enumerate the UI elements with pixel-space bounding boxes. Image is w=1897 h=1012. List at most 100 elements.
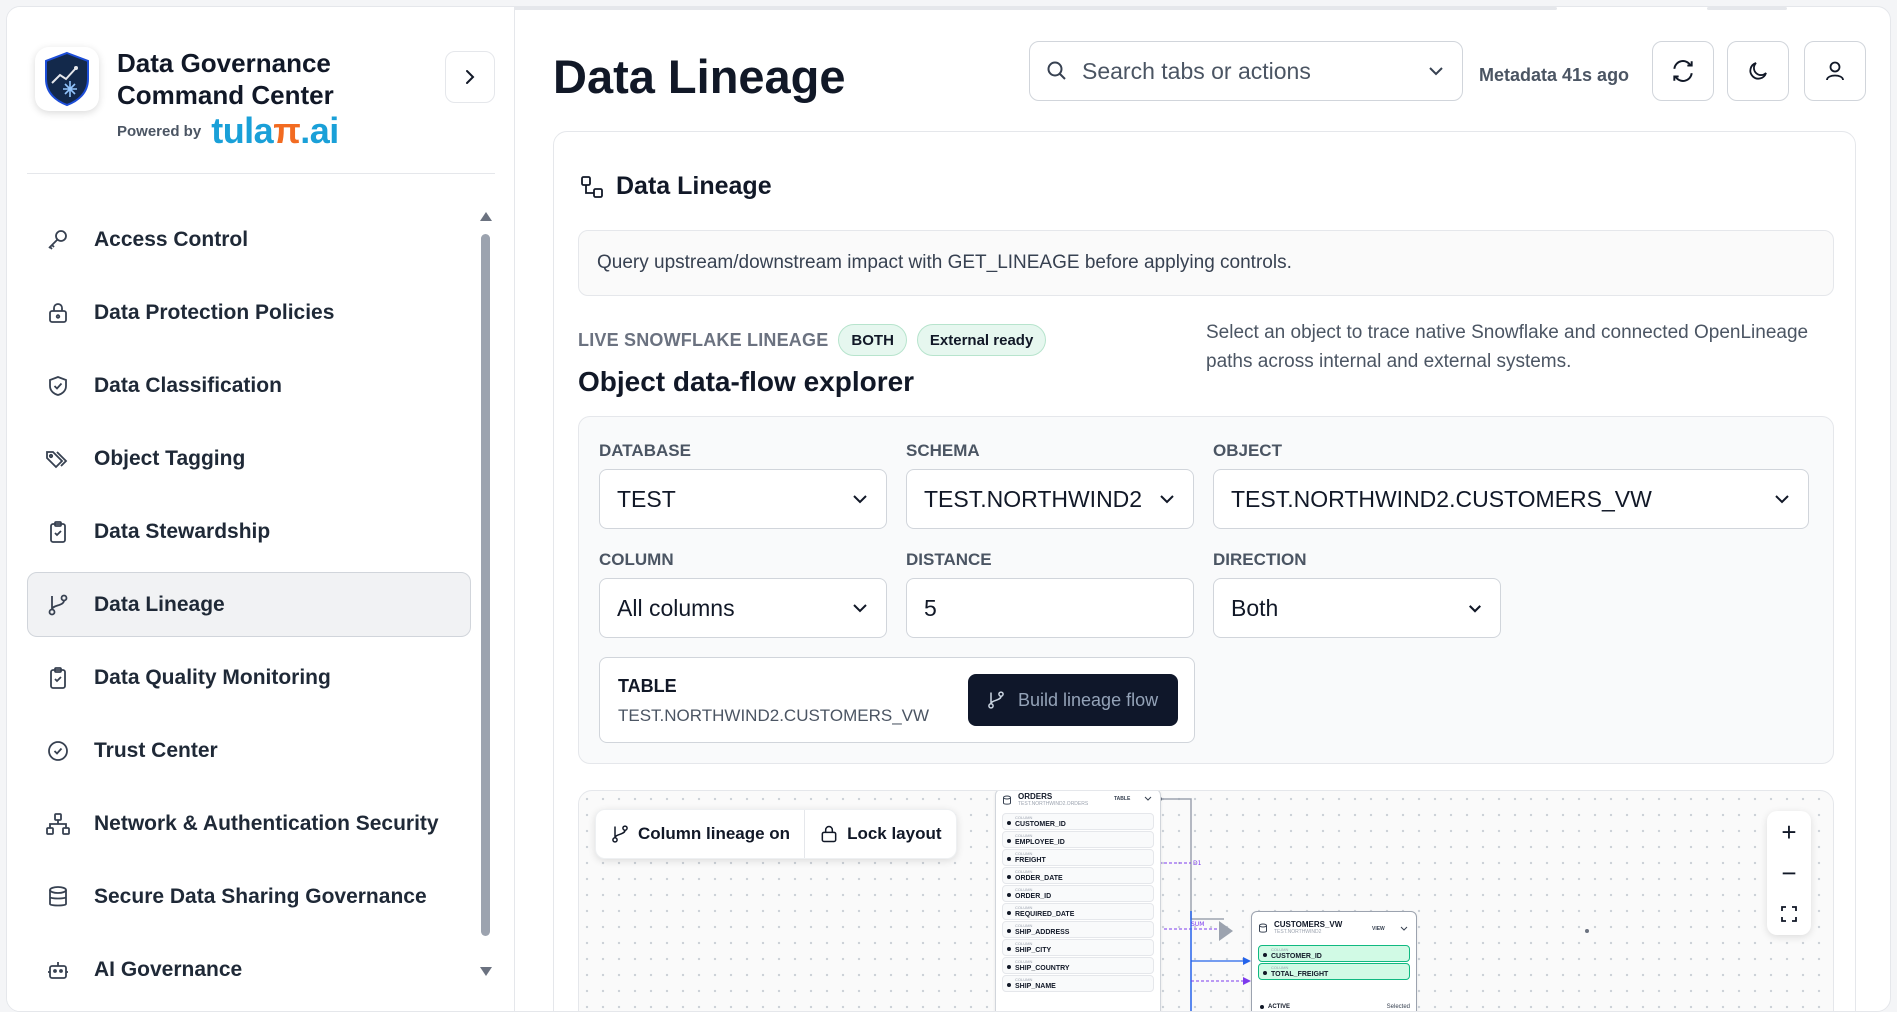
chevron-down-icon xyxy=(1429,67,1443,76)
lineage-card: Data Lineage Query upstream/downstream i… xyxy=(553,131,1856,1011)
column-row[interactable]: COLUMN TOTAL_FREIGHT xyxy=(1258,963,1410,980)
zoom-in-button[interactable]: + xyxy=(1774,817,1804,847)
user-profile-button[interactable] xyxy=(1804,41,1866,101)
column-row[interactable]: COLUMN SHIP_NAME xyxy=(1002,975,1154,992)
sidebar-item-data-quality-monitoring[interactable]: Data Quality Monitoring xyxy=(27,645,471,710)
sidebar-item-label: Secure Data Sharing Governance xyxy=(94,884,427,908)
object-select[interactable]: TEST.NORTHWIND2.CUSTOMERS_VW xyxy=(1213,469,1809,529)
distance-input[interactable]: 5 xyxy=(906,578,1194,638)
page-title: Data Lineage xyxy=(553,50,846,103)
sidebar-item-secure-data-sharing-governance[interactable]: Secure Data Sharing Governance xyxy=(27,864,471,929)
clipboard-check-icon xyxy=(44,518,72,546)
brand: Data Governance Command Center Powered b… xyxy=(35,47,339,149)
sidebar-item-access-control[interactable]: Access Control xyxy=(27,207,471,272)
direction-select[interactable]: Both xyxy=(1213,578,1501,638)
sidebar-item-label: Data Lineage xyxy=(94,592,225,616)
metadata-status: Metadata 41s ago xyxy=(1479,65,1630,85)
tags-icon xyxy=(44,445,72,473)
column-row[interactable]: COLUMN CUSTOMER_ID xyxy=(1002,813,1154,830)
theme-toggle-button[interactable] xyxy=(1727,41,1789,101)
sidebar-item-label: Access Control xyxy=(94,227,249,251)
table-icon xyxy=(1003,795,1011,805)
explorer-title: Object data-flow explorer xyxy=(578,366,915,397)
search-placeholder: Search tabs or actions xyxy=(1082,57,1311,84)
lock-layout-button[interactable]: Lock layout xyxy=(804,810,955,858)
fullscreen-icon xyxy=(1781,906,1797,923)
column-label: COLUMN xyxy=(599,550,674,569)
bot-icon xyxy=(44,956,72,984)
column-row[interactable]: COLUMN CUSTOMER_ID xyxy=(1258,945,1410,962)
check-circle-icon xyxy=(44,737,72,765)
sidebar-item-label: Data Quality Monitoring xyxy=(94,665,331,689)
node-type-badge: VIEW xyxy=(1372,926,1385,932)
node-type-badge: TABLE xyxy=(1114,796,1131,802)
column-lineage-toggle[interactable]: Column lineage on xyxy=(596,810,804,858)
info-banner: Query upstream/downstream impact with GE… xyxy=(578,230,1834,296)
chevron-down-icon xyxy=(853,604,867,613)
sidebar-nav: Access Control Data Protection Policies … xyxy=(27,207,471,1010)
lineage-graph-canvas[interactable]: D1 SUM Column lineage on Lock layout ORD… xyxy=(578,790,1834,1011)
explorer-description: Select an object to trace native Snowfla… xyxy=(1206,322,1809,372)
sidebar-item-object-tagging[interactable]: Object Tagging xyxy=(27,426,471,491)
card-title: Data Lineage xyxy=(616,172,772,200)
column-row[interactable]: COLUMN ORDER_DATE xyxy=(1002,867,1154,884)
refresh-button[interactable] xyxy=(1652,41,1714,101)
chevron-right-icon xyxy=(466,70,475,84)
scroll-up-arrow[interactable] xyxy=(480,212,492,221)
sidebar-item-label: Network & Authentication Security xyxy=(94,811,439,835)
lineage-node-customers-vw[interactable]: CUSTOMERS_VW TEST.NORTHWIND2 VIEW COLUMN… xyxy=(1251,911,1417,1011)
scroll-thumb[interactable] xyxy=(481,234,490,936)
sidebar-item-network-authentication-security[interactable]: Network & Authentication Security xyxy=(27,791,471,856)
sidebar-item-ai-governance[interactable]: AI Governance xyxy=(27,937,471,1002)
git-branch-icon xyxy=(988,691,1004,709)
column-row[interactable]: COLUMN SHIP_ADDRESS xyxy=(1002,921,1154,938)
build-lineage-flow-label: Build lineage flow xyxy=(1018,689,1159,710)
zoom-out-button[interactable]: − xyxy=(1774,858,1804,888)
column-row[interactable]: COLUMN ORDER_ID xyxy=(1002,885,1154,902)
distance-label: DISTANCE xyxy=(906,550,992,569)
search-input[interactable]: Search tabs or actions xyxy=(1029,41,1463,101)
fit-view-button[interactable] xyxy=(1774,899,1804,929)
sidebar-item-trust-center[interactable]: Trust Center xyxy=(27,718,471,783)
column-row[interactable]: COLUMN REQUIRED_DATE xyxy=(1002,903,1154,920)
vendor-logo: tulaπ.ai xyxy=(211,110,339,151)
sidebar-item-data-lineage[interactable]: Data Lineage xyxy=(27,572,471,637)
selected-object-name: TEST.NORTHWIND2.CUSTOMERS_VW xyxy=(618,706,930,725)
search-icon xyxy=(1047,61,1066,80)
powered-by-label: Powered by xyxy=(117,122,202,140)
schema-select[interactable]: TEST.NORTHWIND2 xyxy=(906,469,1194,529)
node-selected-badge: Selected xyxy=(1386,1004,1410,1010)
edge-label-d1: D1 xyxy=(1193,860,1202,867)
selected-object-summary: TABLE TEST.NORTHWIND2.CUSTOMERS_VW Build… xyxy=(599,657,1195,743)
scroll-down-arrow[interactable] xyxy=(480,967,492,976)
direction-label: DIRECTION xyxy=(1213,550,1307,569)
edge-label-sum: SUM xyxy=(1191,921,1204,928)
database-icon xyxy=(44,883,72,911)
collapse-sidebar-button[interactable] xyxy=(445,51,495,103)
sidebar-item-data-classification[interactable]: Data Classification xyxy=(27,353,471,418)
column-row[interactable]: COLUMN SHIP_CITY xyxy=(1002,939,1154,956)
object-label: OBJECT xyxy=(1213,441,1282,460)
moon-icon xyxy=(1749,62,1767,80)
sidebar-scrollbar[interactable] xyxy=(479,212,493,982)
column-row[interactable]: COLUMN SHIP_COUNTRY xyxy=(1002,957,1154,974)
build-lineage-flow-button[interactable]: Build lineage flow xyxy=(968,674,1178,726)
sidebar-item-label: Data Classification xyxy=(94,373,282,397)
column-select[interactable]: All columns xyxy=(599,578,887,638)
git-branch-icon xyxy=(44,591,72,619)
database-label: DATABASE xyxy=(599,441,691,460)
shield-check-icon xyxy=(44,372,72,400)
node-schema: TEST.NORTHWIND2 xyxy=(1274,929,1322,935)
lineage-node-orders[interactable]: ORDERS TEST.NORTHWIND2.ORDERS TABLE COLU… xyxy=(995,791,1161,1011)
column-row[interactable]: COLUMN FREIGHT xyxy=(1002,849,1154,866)
sidebar-item-data-protection-policies[interactable]: Data Protection Policies xyxy=(27,280,471,345)
sidebar-item-data-stewardship[interactable]: Data Stewardship xyxy=(27,499,471,564)
column-row[interactable]: COLUMN EMPLOYEE_ID xyxy=(1002,831,1154,848)
live-lineage-label: LIVE SNOWFLAKE LINEAGE xyxy=(578,329,829,350)
status-dot xyxy=(1260,1005,1264,1009)
clipboard-check-icon xyxy=(44,664,72,692)
database-select[interactable]: TEST xyxy=(599,469,887,529)
node-schema: TEST.NORTHWIND2.ORDERS xyxy=(1018,801,1089,807)
zoom-controls: + − xyxy=(1767,811,1811,935)
graph-toolbar: Column lineage on Lock layout xyxy=(595,809,957,859)
